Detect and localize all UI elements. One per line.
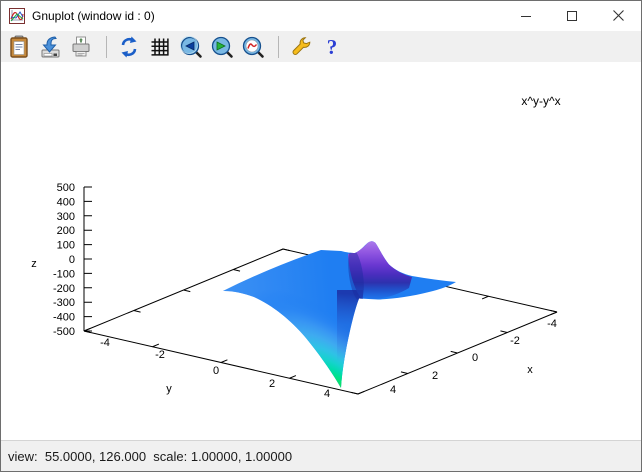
x-tick-labels: 4 2 0 -2 -4 xyxy=(390,318,557,396)
svg-text:2: 2 xyxy=(269,378,275,390)
toolbar: ? xyxy=(1,31,641,62)
y-axis-label: y xyxy=(166,383,172,395)
status-text: view: 55.0000, 126.000 scale: 1.00000, 1… xyxy=(8,448,293,464)
svg-text:-4: -4 xyxy=(100,337,110,349)
zoom-previous-button[interactable] xyxy=(177,33,205,61)
clipboard-icon xyxy=(10,35,28,58)
print-button[interactable] xyxy=(67,33,95,61)
svg-text:500: 500 xyxy=(57,182,75,194)
save-image-button[interactable] xyxy=(36,33,64,61)
gnuplot-app-icon xyxy=(9,8,25,24)
toolbar-separator xyxy=(106,35,107,58)
svg-text:-2: -2 xyxy=(155,349,165,361)
save-icon xyxy=(41,35,60,57)
svg-text:400: 400 xyxy=(57,196,75,208)
svg-text:4: 4 xyxy=(324,388,330,400)
zoom-next-button[interactable] xyxy=(208,33,236,61)
z-axis-label: z xyxy=(31,258,37,270)
y-tick-labels: -4 -2 0 2 4 xyxy=(100,337,330,400)
svg-text:200: 200 xyxy=(57,225,75,237)
svg-text:-300: -300 xyxy=(53,297,75,309)
copy-to-clipboard-button[interactable] xyxy=(5,33,33,61)
window-controls xyxy=(503,1,641,30)
svg-text:0: 0 xyxy=(69,254,75,266)
close-button[interactable] xyxy=(595,1,641,30)
svg-text:-4: -4 xyxy=(547,318,557,330)
x-axis-label: x xyxy=(527,364,533,376)
plot-canvas[interactable]: x^y-y^x 500 400 300 200 100 0 -100 -200 … xyxy=(1,62,641,442)
function-label: x^y-y^x xyxy=(521,94,560,108)
window-title: Gnuplot (window id : 0) xyxy=(32,9,155,23)
svg-text:2: 2 xyxy=(432,370,438,382)
svg-text:100: 100 xyxy=(57,240,75,252)
svg-text:0: 0 xyxy=(213,365,219,377)
z-tick-labels: 500 400 300 200 100 0 -100 -200 -300 -40… xyxy=(53,182,75,338)
help-icon: ? xyxy=(327,35,338,59)
gnuplot-window: Gnuplot (window id : 0) ? x^y-y^x 500 40… xyxy=(0,0,642,472)
magnifier-plot-icon xyxy=(242,36,264,58)
magnifier-right-arrow-icon xyxy=(211,36,233,58)
autoscale-restore-button[interactable] xyxy=(239,33,267,61)
svg-text:-100: -100 xyxy=(53,268,75,280)
svg-text:-400: -400 xyxy=(53,312,75,324)
surface-plot: x^y-y^x 500 400 300 200 100 0 -100 -200 … xyxy=(31,94,560,400)
surface-cliff-shadow xyxy=(337,290,363,388)
refresh-icon xyxy=(121,36,137,57)
maximize-button[interactable] xyxy=(549,1,595,30)
minimize-button[interactable] xyxy=(503,1,549,30)
svg-text:300: 300 xyxy=(57,211,75,223)
toggle-grid-button[interactable] xyxy=(146,33,174,61)
x-axis-ticks xyxy=(351,309,558,395)
svg-text:4: 4 xyxy=(390,384,396,396)
svg-text:0: 0 xyxy=(472,352,478,364)
svg-text:-2: -2 xyxy=(510,335,520,347)
surface xyxy=(223,241,456,388)
svg-text:?: ? xyxy=(327,35,338,59)
close-icon xyxy=(612,10,624,21)
help-button[interactable]: ? xyxy=(318,33,346,61)
options-button[interactable] xyxy=(287,33,315,61)
svg-text:-200: -200 xyxy=(53,283,75,295)
z-axis-ticks xyxy=(84,186,92,332)
svg-text:-500: -500 xyxy=(53,326,75,338)
wrench-icon xyxy=(292,36,311,55)
status-bar: view: 55.0000, 126.000 scale: 1.00000, 1… xyxy=(1,440,641,471)
maximize-icon xyxy=(567,10,577,21)
replot-button[interactable] xyxy=(115,33,143,61)
title-bar[interactable]: Gnuplot (window id : 0) xyxy=(1,1,641,32)
magnifier-left-arrow-icon xyxy=(180,35,202,58)
grid-icon xyxy=(151,38,169,56)
minimize-icon xyxy=(521,15,531,17)
toolbar-separator xyxy=(278,35,279,58)
printer-icon xyxy=(72,36,90,56)
